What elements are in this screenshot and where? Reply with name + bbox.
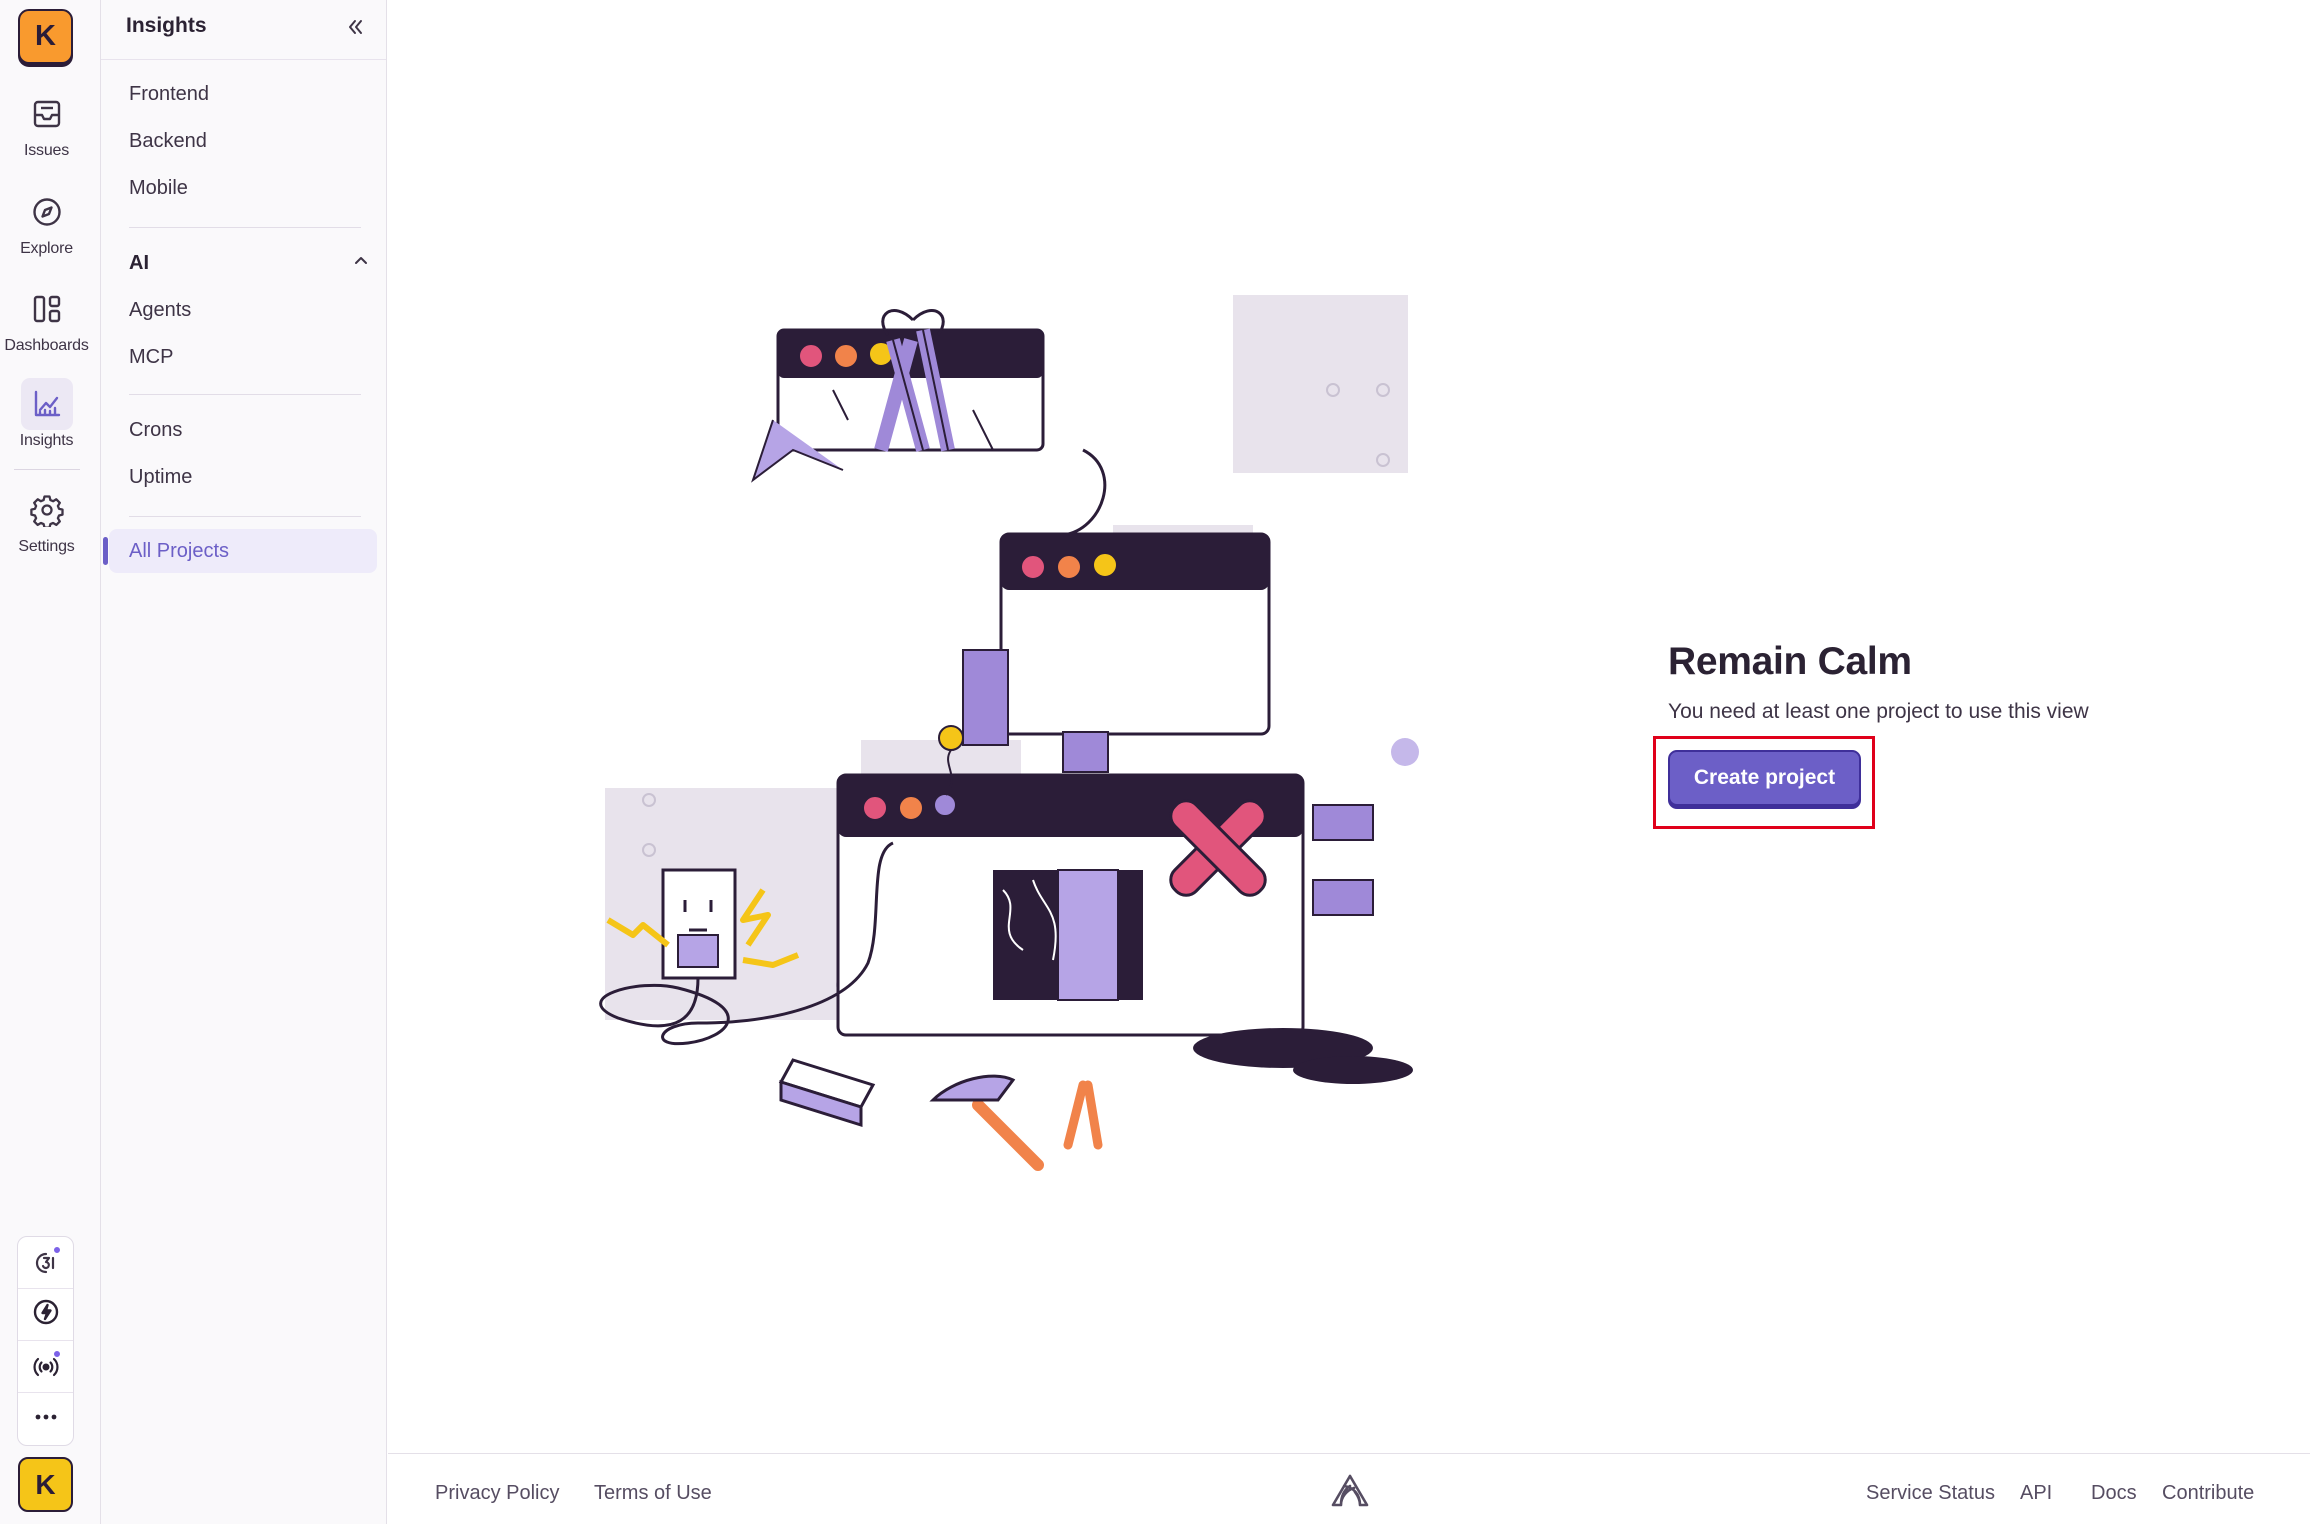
nav-insights[interactable]: Insights [0, 378, 93, 464]
sidebar-item-mobile[interactable]: Mobile [109, 166, 377, 210]
privacy-policy-link[interactable]: Privacy Policy [435, 1482, 559, 1505]
sidebar-title: Insights [126, 14, 207, 37]
api-link[interactable]: API [2020, 1482, 2052, 1505]
whats-new-icon [32, 1244, 62, 1277]
insights-sidebar: Insights Frontend Backend Mobile AI Agen… [101, 0, 387, 1524]
sidebar-item-frontend[interactable]: Frontend [109, 72, 377, 116]
nav-issues-label: Issues [23, 142, 70, 159]
more-options-button[interactable] [18, 1393, 73, 1445]
sidebar-item-crons[interactable]: Crons [109, 408, 377, 452]
sidebar-item-agents[interactable]: Agents [109, 288, 377, 332]
broken-windows-illustration [599, 295, 1419, 1171]
create-project-button[interactable]: Create project [1668, 750, 1861, 806]
footer: Privacy Policy Terms of Use Service Stat… [388, 1453, 2310, 1524]
sidebar-divider [129, 394, 361, 395]
org-avatar-button[interactable]: K [18, 9, 73, 64]
whats-new-button[interactable] [18, 1237, 73, 1289]
terms-of-use-link[interactable]: Terms of Use [594, 1482, 712, 1505]
primary-nav-rail: K Issues Explore Dashboards Insights Set… [0, 0, 101, 1524]
empty-state-title: Remain Calm [1668, 640, 1912, 683]
collapse-sidebar-button[interactable] [340, 14, 370, 44]
gear-icon [21, 484, 73, 536]
sentry-logo-icon [1331, 1474, 1369, 1507]
contribute-link[interactable]: Contribute [2162, 1482, 2254, 1505]
rail-divider [14, 469, 80, 470]
sidebar-header: Insights [101, 0, 386, 60]
rail-utility-group [17, 1236, 74, 1446]
quick-start-button[interactable] [18, 1289, 73, 1341]
sidebar-item-all-projects[interactable]: All Projects [103, 529, 377, 573]
sidebar-section-ai-title: AI [129, 251, 149, 274]
empty-state-subtitle: You need at least one project to use thi… [1668, 700, 2089, 723]
nav-settings[interactable]: Settings [0, 484, 93, 570]
docs-link[interactable]: Docs [2091, 1482, 2137, 1505]
chevron-up-icon [353, 252, 369, 275]
sidebar-item-backend[interactable]: Backend [109, 119, 377, 163]
chart-icon [20, 378, 73, 430]
inbox-icon [21, 88, 73, 140]
ellipsis-icon [32, 1403, 60, 1436]
sidebar-divider [129, 227, 361, 228]
double-chevron-left-icon [345, 17, 365, 42]
service-status-link[interactable]: Service Status [1866, 1482, 1995, 1505]
dashboard-icon [21, 283, 73, 335]
sidebar-item-mcp[interactable]: MCP [109, 335, 377, 379]
sidebar-item-uptime[interactable]: Uptime [109, 455, 377, 499]
compass-icon [21, 186, 73, 238]
nav-settings-label: Settings [18, 538, 75, 555]
nav-issues[interactable]: Issues [0, 88, 93, 174]
nav-explore-label: Explore [20, 240, 73, 257]
sidebar-section-ai[interactable]: AI [129, 245, 369, 281]
nav-explore[interactable]: Explore [0, 186, 93, 272]
sidebar-divider [129, 516, 361, 517]
nav-dashboards-label: Dashboards [4, 337, 89, 354]
user-avatar-button[interactable]: K [18, 1457, 73, 1512]
nav-insights-label: Insights [19, 432, 74, 449]
lightning-icon [32, 1298, 60, 1331]
broadcast-icon [32, 1348, 62, 1381]
main-content: Remain Calm You need at least one projec… [388, 0, 2310, 1453]
service-incidents-button[interactable] [18, 1341, 73, 1393]
nav-dashboards[interactable]: Dashboards [0, 283, 93, 369]
